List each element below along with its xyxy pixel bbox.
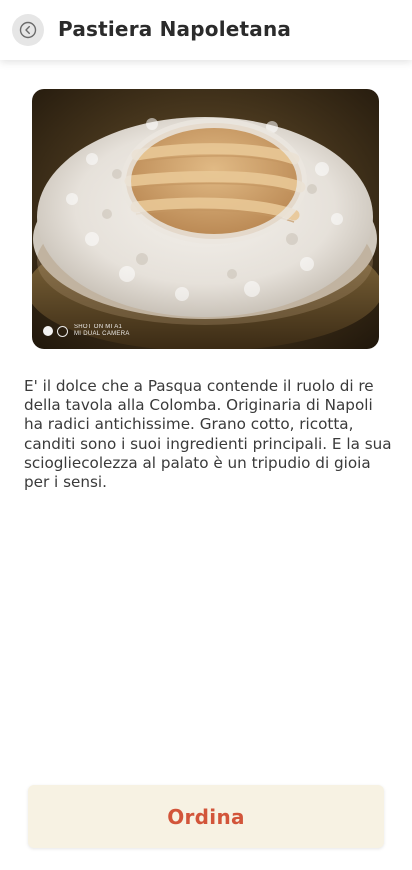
dessert-photo: SHOT ON MI A1 MI DUAL CAMERA — [32, 89, 379, 349]
back-button[interactable] — [12, 14, 44, 46]
watermark-ring-icon — [57, 325, 68, 337]
watermark-line-2: MI DUAL CAMERA — [74, 331, 130, 337]
dessert-description: E' il dolce che a Pasqua contende il ruo… — [24, 377, 392, 492]
watermark-dot-icon — [43, 326, 53, 336]
order-button[interactable]: Ordina — [28, 785, 384, 848]
app-header: Pastiera Napoletana — [0, 0, 412, 60]
camera-watermark: SHOT ON MI A1 MI DUAL CAMERA — [43, 324, 130, 338]
chevron-left-circle-icon — [19, 21, 37, 39]
page-title: Pastiera Napoletana — [58, 17, 292, 41]
watermark-line-1: SHOT ON MI A1 — [74, 324, 123, 330]
